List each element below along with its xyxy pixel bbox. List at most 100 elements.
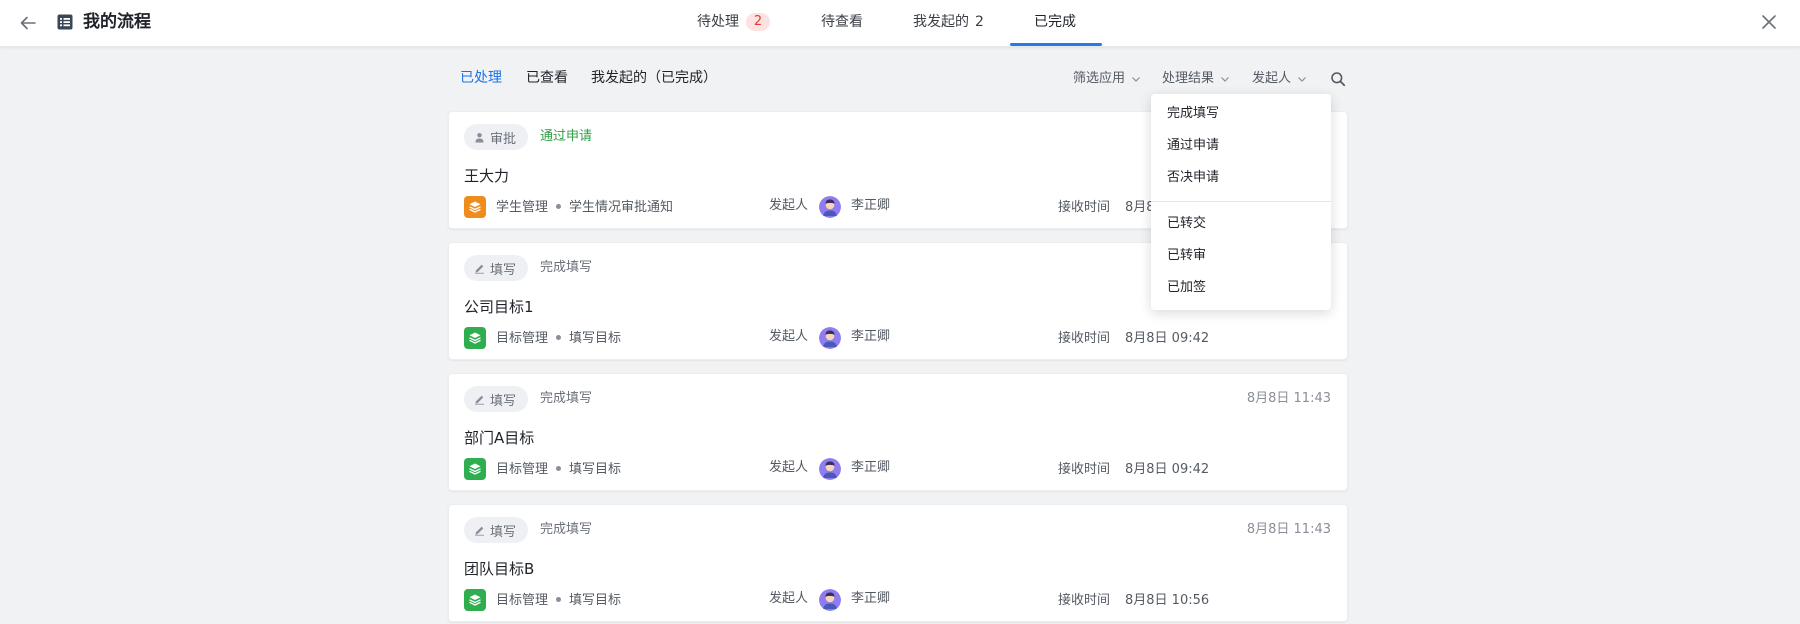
initiator-label: 发起人 [769, 329, 809, 344]
chevron-down-icon [1132, 77, 1140, 82]
filter-app[interactable]: 筛选应用 [1073, 69, 1141, 89]
received-time: 8月8日 09:42 [1125, 462, 1210, 477]
card-title: 团队目标B [464, 560, 535, 578]
top-bar: 我的流程 待处理 2 待查看 我发起的 2 已完成 [0, 0, 1800, 47]
tab-pending-label: 待处理 [697, 14, 739, 30]
received-label: 接收时间 [1058, 462, 1111, 477]
tab-pending[interactable]: 待处理 2 [697, 0, 770, 47]
complete-time: 8月8日 11:43 [1246, 522, 1331, 537]
result-status: 通过申请 [540, 129, 593, 144]
avatar [819, 458, 841, 480]
type-tag-label: 填写 [490, 393, 517, 409]
student-module-icon [464, 196, 486, 218]
back-arrow-icon[interactable] [14, 10, 42, 36]
form-name: 填写目标 [569, 331, 622, 346]
separator-dot [556, 204, 562, 209]
type-tag-label: 填写 [490, 262, 517, 278]
initiated-count: 2 [975, 14, 984, 30]
avatar [819, 327, 841, 349]
received-time: 8月8日 10:56 [1125, 593, 1210, 608]
card-title: 部门A目标 [464, 429, 535, 447]
avatar [819, 196, 841, 218]
tab-completed-label: 已完成 [1034, 14, 1076, 30]
tab-to-view-label: 待查看 [821, 14, 863, 30]
type-tag: 填写 [464, 386, 529, 412]
initiator-name: 李正卿 [851, 591, 891, 606]
initiator-label: 发起人 [769, 198, 809, 213]
type-tag: 填写 [464, 517, 529, 543]
initiator-label: 发起人 [769, 591, 809, 606]
received-label: 接收时间 [1058, 593, 1111, 608]
chevron-down-icon [1298, 77, 1306, 82]
process-card[interactable]: 填写 完成填写 8月8日 11:43 团队目标B 目标管理 填写目标 发起人 李正… [448, 504, 1348, 622]
filter-result[interactable]: 处理结果 [1162, 69, 1230, 89]
tab-completed[interactable]: 已完成 [1034, 0, 1076, 47]
pencil-icon [475, 395, 484, 405]
subtab-viewed[interactable]: 已查看 [526, 68, 568, 88]
module-path: 目标管理 填写目标 [496, 592, 621, 610]
card-title: 王大力 [464, 167, 510, 185]
close-icon[interactable] [1756, 9, 1782, 35]
page-title: 我的流程 [83, 12, 151, 32]
separator-dot [556, 466, 562, 471]
received-time: 8月8日 09:42 [1125, 331, 1210, 346]
separator-dot [556, 597, 562, 602]
subtab-processed[interactable]: 已处理 [460, 68, 502, 88]
result-status: 完成填写 [540, 260, 593, 275]
search-icon[interactable] [1328, 69, 1348, 89]
separator-dot [556, 335, 562, 340]
module-name: 目标管理 [496, 462, 549, 477]
result-filter-dropdown: 完成填写 通过申请 否决申请 已转交 已转审 已加签 [1151, 94, 1331, 310]
initiator-name: 李正卿 [851, 460, 891, 475]
filter-app-label: 筛选应用 [1073, 71, 1126, 86]
type-tag: 审批 [464, 124, 529, 150]
pending-count-badge: 2 [746, 13, 770, 31]
tab-to-view[interactable]: 待查看 [821, 0, 863, 47]
filter-initiator[interactable]: 发起人 [1252, 69, 1307, 89]
approver-icon [475, 132, 484, 142]
process-card[interactable]: 填写 完成填写 8月8日 11:43 部门A目标 目标管理 填写目标 发起人 李正… [448, 373, 1348, 491]
initiator-name: 李正卿 [851, 198, 891, 213]
filter-initiator-label: 发起人 [1252, 71, 1292, 86]
dropdown-item-complete-fill[interactable]: 完成填写 [1167, 105, 1219, 123]
avatar [819, 589, 841, 611]
tab-initiated-label: 我发起的 [913, 14, 969, 30]
type-tag: 填写 [464, 255, 529, 281]
tab-initiated[interactable]: 我发起的 2 [913, 0, 984, 47]
dropdown-divider [1151, 201, 1331, 202]
initiator-label: 发起人 [769, 460, 809, 475]
dropdown-item-forwarded-review[interactable]: 已转审 [1167, 247, 1206, 265]
subtab-initiated-done[interactable]: 我发起的（已完成） [591, 68, 717, 88]
dropdown-item-reject[interactable]: 否决申请 [1167, 169, 1219, 187]
initiator-name: 李正卿 [851, 329, 891, 344]
goal-module-icon [464, 458, 486, 480]
dropdown-item-transferred[interactable]: 已转交 [1167, 215, 1206, 233]
module-name: 学生管理 [496, 200, 549, 215]
type-tag-label: 审批 [490, 131, 517, 147]
form-name: 学生情况审批通知 [569, 200, 674, 215]
active-tab-indicator [1010, 43, 1102, 46]
received-label: 接收时间 [1058, 200, 1111, 215]
module-path: 学生管理 学生情况审批通知 [496, 199, 673, 217]
module-path: 目标管理 填写目标 [496, 461, 621, 479]
form-name: 填写目标 [569, 462, 622, 477]
complete-time: 8月8日 11:43 [1246, 391, 1331, 406]
dropdown-item-approve[interactable]: 通过申请 [1167, 137, 1219, 155]
result-status: 完成填写 [540, 391, 593, 406]
module-name: 目标管理 [496, 593, 549, 608]
pencil-icon [475, 264, 484, 274]
pencil-icon [475, 526, 484, 536]
received-label: 接收时间 [1058, 331, 1111, 346]
goal-module-icon [464, 327, 486, 349]
filter-result-label: 处理结果 [1162, 71, 1215, 86]
module-name: 目标管理 [496, 331, 549, 346]
chevron-down-icon [1221, 77, 1229, 82]
form-name: 填写目标 [569, 593, 622, 608]
card-title: 公司目标1 [464, 298, 534, 316]
goal-module-icon [464, 589, 486, 611]
list-doc-icon [56, 13, 74, 31]
module-path: 目标管理 填写目标 [496, 330, 621, 348]
dropdown-item-countersigned[interactable]: 已加签 [1167, 279, 1206, 297]
type-tag-label: 填写 [490, 524, 517, 540]
result-status: 完成填写 [540, 522, 593, 537]
